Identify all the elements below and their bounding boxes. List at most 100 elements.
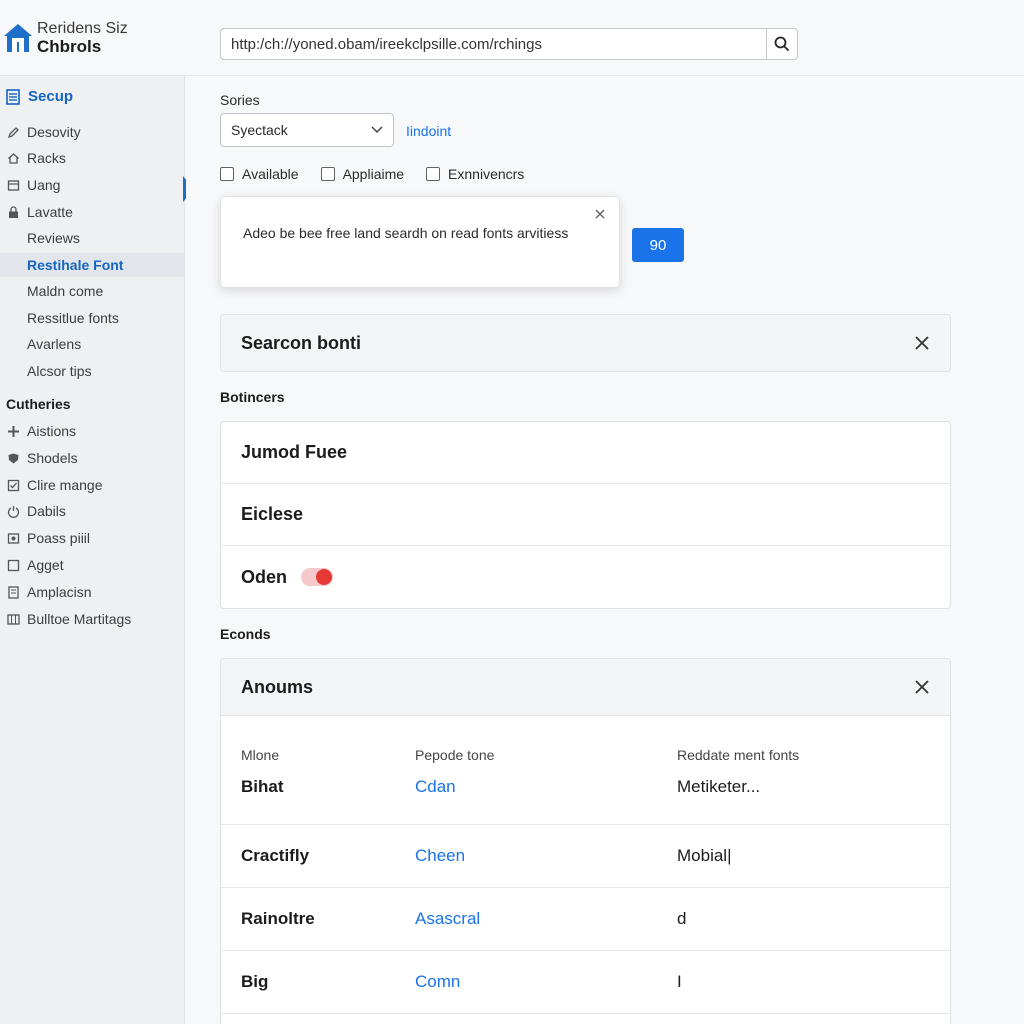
checkbox-group: Available Appliaime Exnnivencrs [220,166,546,182]
sidebar-item-label: Dabils [27,503,66,519]
table-cell: Big [241,972,269,991]
sidebar-item-dabils[interactable]: Dabils [0,499,185,523]
close-icon[interactable] [593,207,607,221]
building-icon [6,88,20,105]
sidebar-header[interactable]: Secup [6,88,73,105]
file-icon [6,585,20,599]
power-icon [6,504,20,518]
logo-line-2: Chbrols [37,37,102,56]
chevron-down-icon [371,126,383,134]
sidebar-item-label: Ressitlue fonts [27,310,119,326]
sidebar-item-label: Avarlens [27,336,82,352]
sidebar-item-agget[interactable]: Agget [0,553,185,577]
sidebar-item-label: Racks [27,150,66,166]
sidebar-item-clire-mange[interactable]: Clire mange [0,473,185,497]
sidebar-section-title: Cutheries [6,396,71,412]
sidebar-item-racks[interactable]: Racks [0,146,185,170]
sidebar-item-uang[interactable]: Uang [0,173,185,197]
table-row[interactable]: Bihat Cdan Metiketer... [221,767,950,825]
top-header: Reridens Siz Chbrols http:/ch://yoned.ob… [0,0,1024,76]
sidebar-item-shodels[interactable]: Shodels [0,446,185,470]
sories-select[interactable]: Syectack [220,113,394,147]
info-popup: Adeo be bee free land seardh on read fon… [220,196,620,288]
toggle-knob [316,569,333,585]
square-icon [6,558,20,572]
sidebar-item-alcsor-tips[interactable]: Alcsor tips [0,359,185,383]
column-header[interactable]: Mlone [221,747,415,763]
table-row[interactable]: Rainoltre Asascral d [221,888,950,951]
search-card-title: Searcon bonti [241,332,362,353]
section-label-econds: Econds [220,626,271,642]
checkbox-box[interactable] [320,167,335,181]
sidebar-item-ressitlue-fonts[interactable]: Ressitlue fonts [0,306,185,330]
checkbox-box[interactable] [220,167,234,181]
primary-button[interactable]: 90 [632,228,684,262]
sidebar-item-lavatte[interactable]: Lavatte [0,200,185,224]
sidebar-item-reviews[interactable]: Reviews [0,226,185,250]
table-cell-link[interactable]: Cdan [415,777,677,797]
logo-line-1: Reridens Siz [37,20,128,37]
list-item-label: Jumod Fuee [241,442,348,462]
close-icon[interactable] [914,335,930,351]
sidebar-item-label: Lavatte [27,204,73,220]
list-item: Oden [221,546,950,608]
sidebar-item-desovity[interactable]: Desovity [0,120,185,144]
sidebar-item-aistions[interactable]: Aistions [0,419,185,443]
table-card: Anoums Mlone Pepode tone Reddate ment fo… [220,658,951,1024]
search-icon [774,36,790,52]
table-cell: Mobial| [677,846,732,865]
checkbox-label: Exnnivencrs [448,166,525,182]
indoint-link[interactable]: Iindoint [406,123,451,139]
sidebar: Secup Desovity Racks Uang Lavatte Review… [0,76,185,1024]
sidebar-item-restihale-font[interactable]: Restihale Font [0,253,185,277]
table-cell: Rainoltre [241,909,315,928]
sidebar-item-label: Maldn come [27,283,104,299]
pencil-icon [6,125,20,139]
sidebar-item-label: Desovity [27,124,81,140]
checkbox-exnnivencrs[interactable]: Exnnivencrs [426,166,524,182]
sidebar-item-bulltoe-martitags[interactable]: Bulltoe Martitags [0,607,185,631]
list-item-label: Eiclese [241,504,304,524]
checkbox-available[interactable]: Available [220,166,299,182]
checkbox-appliaime[interactable]: Appliaime [320,166,404,182]
sidebar-item-label: Agget [27,557,64,573]
oden-toggle[interactable] [301,568,334,586]
table-row[interactable]: Big Comn I [221,951,950,1014]
table-cell-link[interactable]: Cheen [415,846,677,866]
sidebar-item-label: Alcsor tips [27,363,92,379]
sidebar-item-label: Poass piiil [27,530,91,546]
sidebar-item-amplacisn[interactable]: Amplacisn [0,580,185,604]
table-cell: Metiketer... [677,777,761,796]
url-search-button[interactable] [766,29,797,59]
sidebar-item-maldn-come[interactable]: Maldn come [0,279,185,303]
sidebar-item-label: Clire mange [27,477,103,493]
app-logo[interactable]: Reridens Siz Chbrols [3,20,128,56]
window-icon [6,178,20,192]
checkbox-box[interactable] [426,167,441,181]
table-row[interactable]: Cractifly Cheen Mobial| [221,825,950,888]
table-title: Anoums [241,676,313,697]
column-header[interactable]: Reddate ment fonts [677,747,799,763]
sidebar-item-poass-piiil[interactable]: Poass piiil [0,526,185,550]
house-logo-icon [4,24,32,52]
column-header[interactable]: Pepode tone [415,747,677,763]
grid-icon [6,612,20,626]
table-cell-link[interactable]: Asascral [415,909,677,929]
list-item[interactable]: Eiclese [221,484,950,546]
url-input[interactable]: http:/ch://yoned.obam/ireekclpsille.com/… [221,36,766,53]
list-card: Jumod Fuee Eiclese Oden [220,421,951,609]
table-header: Mlone Pepode tone Reddate ment fonts [221,715,950,767]
close-icon[interactable] [914,679,930,695]
url-bar[interactable]: http:/ch://yoned.obam/ireekclpsille.com/… [220,28,798,60]
search-card: Searcon bonti [220,314,951,372]
table-cell: Bihat [241,777,284,796]
sidebar-item-avarlens[interactable]: Avarlens [0,332,185,356]
list-item[interactable]: Jumod Fuee [221,422,950,484]
plus-cross-icon [6,424,20,438]
sidebar-item-label: Aistions [27,423,77,439]
popup-message: Adeo be bee free land seardh on read fon… [243,225,569,241]
table-cell-link[interactable]: Comn [415,972,677,992]
sidebar-item-label: Uang [27,177,61,193]
sidebar-header-label: Secup [28,88,74,105]
sidebar-item-label: Amplacisn [27,584,92,600]
